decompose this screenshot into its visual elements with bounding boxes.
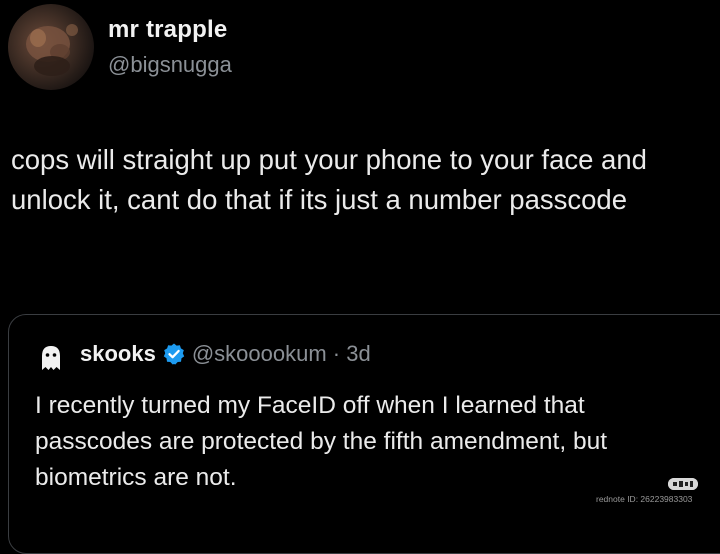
watermark-text: rednote ID: 26223983303 [596, 494, 693, 504]
avatar[interactable] [8, 4, 94, 90]
quote-display-name[interactable]: skooks [80, 341, 156, 367]
display-name[interactable]: mr trapple [108, 16, 227, 44]
user-handle[interactable]: @bigsnugga [108, 52, 232, 78]
quote-header: skooks @skooookum · 3d [80, 341, 371, 367]
verified-badge-icon [162, 342, 186, 366]
profile-photo-icon [26, 24, 78, 76]
tweet-text: cops will straight up put your phone to … [11, 144, 647, 215]
quote-handle-and-timestamp[interactable]: @skooookum · 3d [192, 341, 371, 367]
quote-avatar[interactable] [36, 343, 66, 373]
watermark-logo [668, 478, 698, 490]
ghost-icon [42, 346, 60, 370]
quote-text: I recently turned my FaceID off when I l… [35, 392, 608, 491]
